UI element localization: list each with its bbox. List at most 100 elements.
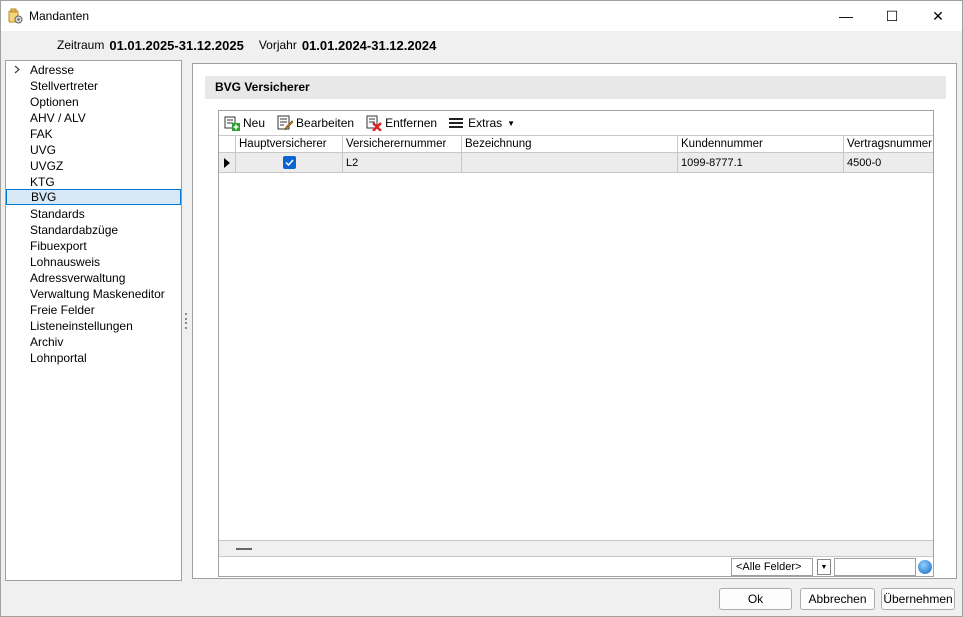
delete-record-icon (366, 115, 382, 131)
row-indicator-header (219, 136, 236, 152)
remove-button[interactable]: Entfernen (366, 115, 437, 131)
period-label: Zeitraum (57, 38, 105, 52)
extras-button-label: Extras (468, 116, 503, 130)
group-title: BVG Versicherer (205, 76, 946, 99)
current-row-icon (219, 153, 236, 172)
cell-hauptversicherer[interactable] (236, 153, 343, 172)
grid-toolbar: Neu Bearbeiten Entfernen Extras ▼ (219, 111, 933, 135)
mandanten-window: Mandanten — ☐ ✕ Zeitraum 01.01.2025-31.1… (0, 0, 963, 617)
new-button[interactable]: Neu (224, 115, 265, 131)
grip-dot (185, 317, 187, 320)
period-value: 01.01.2025-31.12.2025 (109, 37, 244, 53)
filter-bar: <Alle Felder> ▼ (219, 556, 933, 576)
sidebar-item-lohnausweis[interactable]: Lohnausweis (6, 254, 181, 270)
sidebar-item-stellvertreter[interactable]: Stellvertreter (6, 78, 181, 94)
grip-dot (185, 322, 187, 325)
bvg-panel: BVG Versicherer Neu Bearbeiten Entfernen… (192, 63, 957, 579)
hamburger-menu-icon (449, 118, 464, 128)
edit-record-icon (277, 115, 294, 131)
filter-search-input[interactable] (834, 558, 916, 576)
sidebar-item-adresse[interactable]: Adresse (6, 62, 181, 78)
check-icon (284, 159, 294, 166)
sidebar-item-lohnportal[interactable]: Lohnportal (6, 350, 181, 366)
sidebar-item-label: Lohnausweis (30, 255, 101, 269)
apply-button[interactable]: Übernehmen (881, 588, 955, 610)
sidebar-item-verwaltung-maskeneditor[interactable]: Verwaltung Maskeneditor (6, 286, 181, 302)
new-button-label: Neu (243, 116, 266, 130)
column-header-vertragsnummer[interactable]: Vertragsnummer (844, 136, 933, 152)
extras-menu-button[interactable]: Extras ▼ (449, 116, 515, 130)
table-row[interactable]: L2 1099-8777.1 4500-0 (219, 153, 933, 173)
edit-button[interactable]: Bearbeiten (277, 115, 354, 131)
sidebar-item-label: Fibuexport (30, 239, 87, 253)
cell-bezeichnung[interactable] (462, 153, 678, 172)
sidebar-item-label: Lohnportal (30, 351, 87, 365)
ok-button[interactable]: Ok (719, 588, 792, 610)
sidebar-item-label: Stellvertreter (30, 79, 99, 93)
grip-dot (185, 326, 187, 329)
cell-kundennummer[interactable]: 1099-8777.1 (678, 153, 844, 172)
title-bar: Mandanten — ☐ ✕ (1, 1, 962, 31)
splitter-handle[interactable] (185, 313, 188, 329)
insurer-grid: Neu Bearbeiten Entfernen Extras ▼ Hauptv… (218, 110, 934, 577)
sidebar-item-label: Adressverwaltung (30, 271, 126, 285)
cancel-button[interactable]: Abbrechen (800, 588, 875, 610)
dropdown-arrow-icon: ▼ (507, 118, 516, 128)
sidebar-item-standards[interactable]: Standards (6, 206, 181, 222)
sidebar-item-label: UVG (30, 143, 57, 157)
grip-dot (185, 313, 187, 315)
sidebar-item-label: Standards (30, 207, 85, 221)
window-title: Mandanten (29, 9, 90, 23)
sidebar-item-label: Archiv (30, 335, 64, 349)
sidebar-item-label: BVG (31, 190, 57, 204)
sidebar-item-optionen[interactable]: Optionen (6, 94, 181, 110)
minimize-button[interactable]: — (823, 1, 869, 31)
sidebar-item-label: FAK (30, 127, 53, 141)
navigation-tree: Adresse Stellvertreter Optionen AHV / AL… (5, 60, 182, 581)
sidebar-item-bvg[interactable]: BVG (6, 189, 181, 205)
minimize-icon: — (839, 8, 853, 24)
sidebar-item-label: Standardabzüge (30, 223, 119, 237)
app-icon (7, 8, 23, 24)
cell-versicherernummer[interactable]: L2 (343, 153, 462, 172)
sidebar-item-freie-felder[interactable]: Freie Felder (6, 302, 181, 318)
sidebar-item-uvgz[interactable]: UVGZ (6, 158, 181, 174)
main-insurer-checkbox[interactable] (282, 156, 296, 169)
remove-button-label: Entfernen (385, 116, 438, 130)
sidebar-item-label: Verwaltung Maskeneditor (30, 287, 165, 301)
column-header-versicherernummer[interactable]: Versicherernummer (343, 136, 462, 152)
sidebar-item-uvg[interactable]: UVG (6, 142, 181, 158)
sidebar-item-archiv[interactable]: Archiv (6, 334, 181, 350)
column-header-hauptversicherer[interactable]: Hauptversicherer (236, 136, 343, 152)
edit-button-label: Bearbeiten (296, 116, 355, 130)
sidebar-item-standardabzuege[interactable]: Standardabzüge (6, 222, 181, 238)
sidebar-item-label: KTG (30, 175, 55, 189)
close-icon: ✕ (932, 7, 944, 24)
prior-year-label: Vorjahr (258, 38, 297, 52)
sidebar-item-ahv-alv[interactable]: AHV / ALV (6, 110, 181, 126)
sidebar-item-ktg[interactable]: KTG (6, 174, 181, 190)
sidebar-item-label: Adresse (30, 63, 75, 77)
period-header: Zeitraum 01.01.2025-31.12.2025 Vorjahr 0… (1, 31, 962, 59)
sidebar-item-listeneinstellungen[interactable]: Listeneinstellungen (6, 318, 181, 334)
column-header-bezeichnung[interactable]: Bezeichnung (462, 136, 678, 152)
sidebar-item-fak[interactable]: FAK (6, 126, 181, 142)
sidebar-item-adressverwaltung[interactable]: Adressverwaltung (6, 270, 181, 286)
sidebar-item-label: UVGZ (30, 159, 64, 173)
sidebar-item-label: Listeneinstellungen (30, 319, 133, 333)
close-button[interactable]: ✕ (915, 1, 961, 31)
filter-field-select[interactable]: <Alle Felder> (731, 558, 813, 576)
new-record-icon (224, 116, 240, 131)
sidebar-item-label: AHV / ALV (30, 111, 86, 125)
grid-header-row: Hauptversicherer Versicherernummer Bezei… (219, 135, 933, 153)
sidebar-item-fibuexport[interactable]: Fibuexport (6, 238, 181, 254)
maximize-icon: ☐ (885, 7, 899, 24)
globe-search-icon[interactable] (918, 560, 932, 574)
maximize-button[interactable]: ☐ (869, 1, 915, 31)
collapse-icon[interactable] (236, 548, 252, 550)
cell-vertragsnummer[interactable]: 4500-0 (844, 153, 933, 172)
column-header-kundennummer[interactable]: Kundennummer (678, 136, 844, 152)
sidebar-item-label: Optionen (30, 95, 79, 109)
dropdown-arrow-icon[interactable]: ▼ (817, 559, 831, 575)
sidebar-item-label: Freie Felder (30, 303, 95, 317)
